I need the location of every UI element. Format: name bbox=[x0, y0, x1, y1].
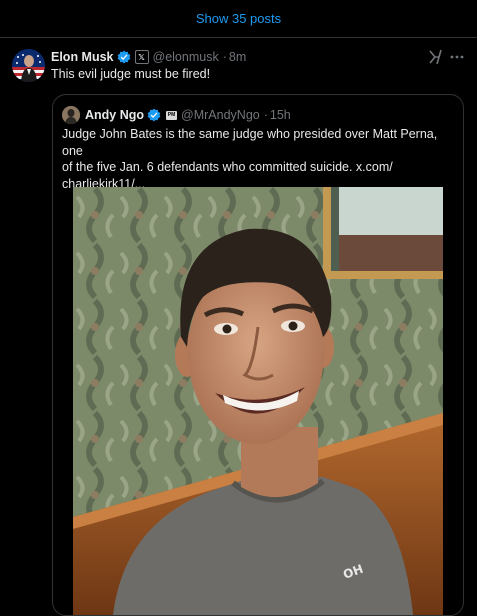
separator-dot: · bbox=[263, 108, 268, 122]
quoted-tweet[interactable]: Andy Ngo PM @MrAndyNgo · 15h Judge John … bbox=[52, 94, 464, 616]
quoted-text-line: of the five Jan. 6 defendants who commit… bbox=[62, 160, 393, 174]
author-handle[interactable]: @elonmusk bbox=[153, 50, 219, 64]
grok-icon[interactable] bbox=[428, 49, 444, 65]
avatar[interactable] bbox=[12, 49, 45, 82]
verified-badge-icon bbox=[147, 108, 161, 122]
quoted-avatar-image bbox=[62, 106, 80, 124]
quoted-author-name[interactable]: Andy Ngo bbox=[85, 108, 144, 122]
quoted-avatar[interactable] bbox=[62, 106, 80, 124]
avatar-image bbox=[12, 49, 45, 82]
more-options-icon[interactable] bbox=[450, 49, 464, 65]
quoted-author-handle[interactable]: @MrAndyNgo bbox=[181, 108, 260, 122]
show-posts-button[interactable]: Show 35 posts bbox=[0, 0, 477, 38]
verified-badge-icon bbox=[117, 50, 130, 64]
quoted-text-line: Judge John Bates is the same judge who p… bbox=[62, 127, 438, 158]
show-posts-label: Show 35 posts bbox=[195, 11, 282, 26]
tweet-header: Elon Musk 𝕏 @elonmusk · 8m bbox=[51, 48, 246, 66]
quoted-affiliate-badge-icon[interactable]: PM bbox=[166, 110, 178, 120]
separator-dot: · bbox=[222, 50, 227, 64]
tweet-text: This evil judge must be fired! bbox=[51, 67, 211, 81]
tweet-time[interactable]: 8m bbox=[229, 50, 246, 64]
quoted-text: Judge John Bates is the same judge who p… bbox=[62, 126, 454, 192]
photo-image: OH bbox=[73, 187, 443, 615]
quoted-photo[interactable]: OH bbox=[73, 187, 443, 615]
author-name[interactable]: Elon Musk bbox=[51, 50, 114, 64]
quoted-time[interactable]: 15h bbox=[270, 108, 291, 122]
quoted-header: Andy Ngo PM @MrAndyNgo · 15h bbox=[85, 106, 291, 124]
affiliate-badge-icon[interactable]: 𝕏 bbox=[134, 50, 149, 64]
